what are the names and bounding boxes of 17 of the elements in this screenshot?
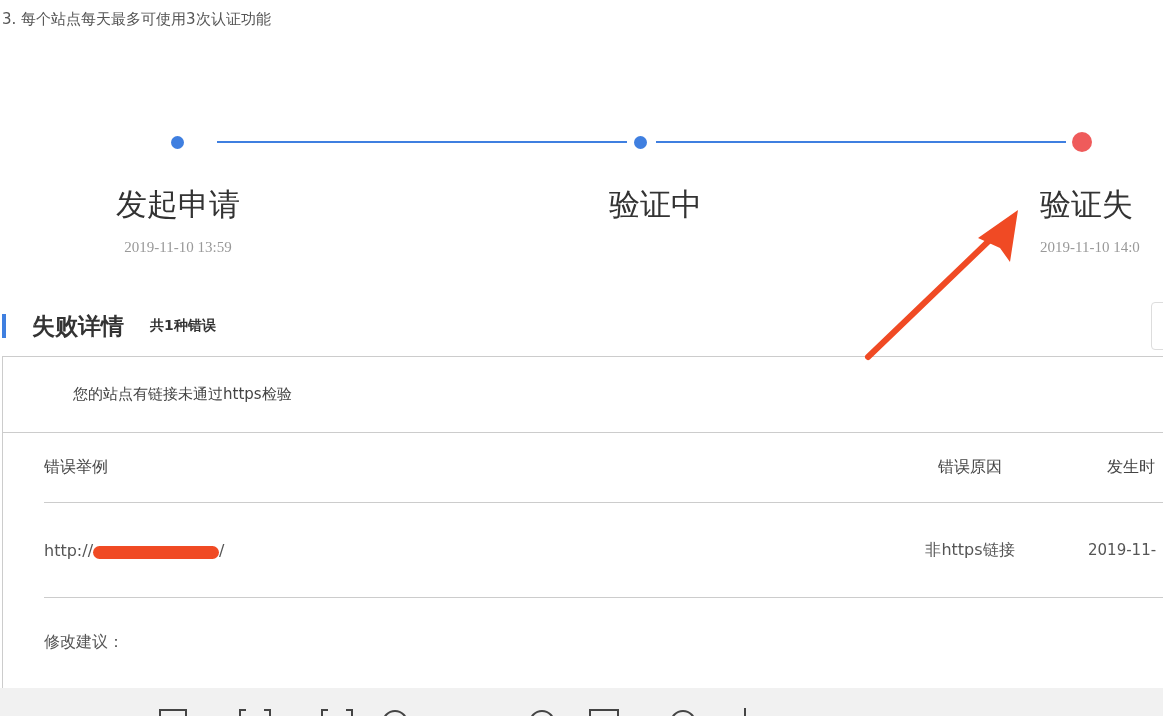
step-label: 验证中 xyxy=(608,185,702,224)
section-title: 失败详情 xyxy=(32,311,124,341)
step-label: 发起申请 xyxy=(116,185,240,224)
step-label: 验证失 xyxy=(1040,185,1133,224)
column-header: 错误举例 xyxy=(44,457,109,478)
step-time: 2019-11-10 13:59 xyxy=(124,239,232,256)
notice-text: 3. 每个站点每天最多可使用3次认证功能 xyxy=(1,9,272,30)
section-marker xyxy=(2,314,6,338)
error-count: 共1种错误 xyxy=(150,317,216,335)
column-header: 发生时 xyxy=(1106,457,1156,478)
suggestion-label: 修改建议： xyxy=(44,632,125,653)
table-cell-text: 2019-11- xyxy=(1087,541,1158,559)
table-cell-text: http:// / xyxy=(44,540,226,560)
error-message: 您的站点有链接未通过https检验 xyxy=(73,385,292,404)
table-cell-text: 非https链接 xyxy=(924,539,1016,561)
column-header: 错误原因 xyxy=(937,457,1003,478)
step-time: 2019-11-10 14:0 xyxy=(1040,239,1140,256)
